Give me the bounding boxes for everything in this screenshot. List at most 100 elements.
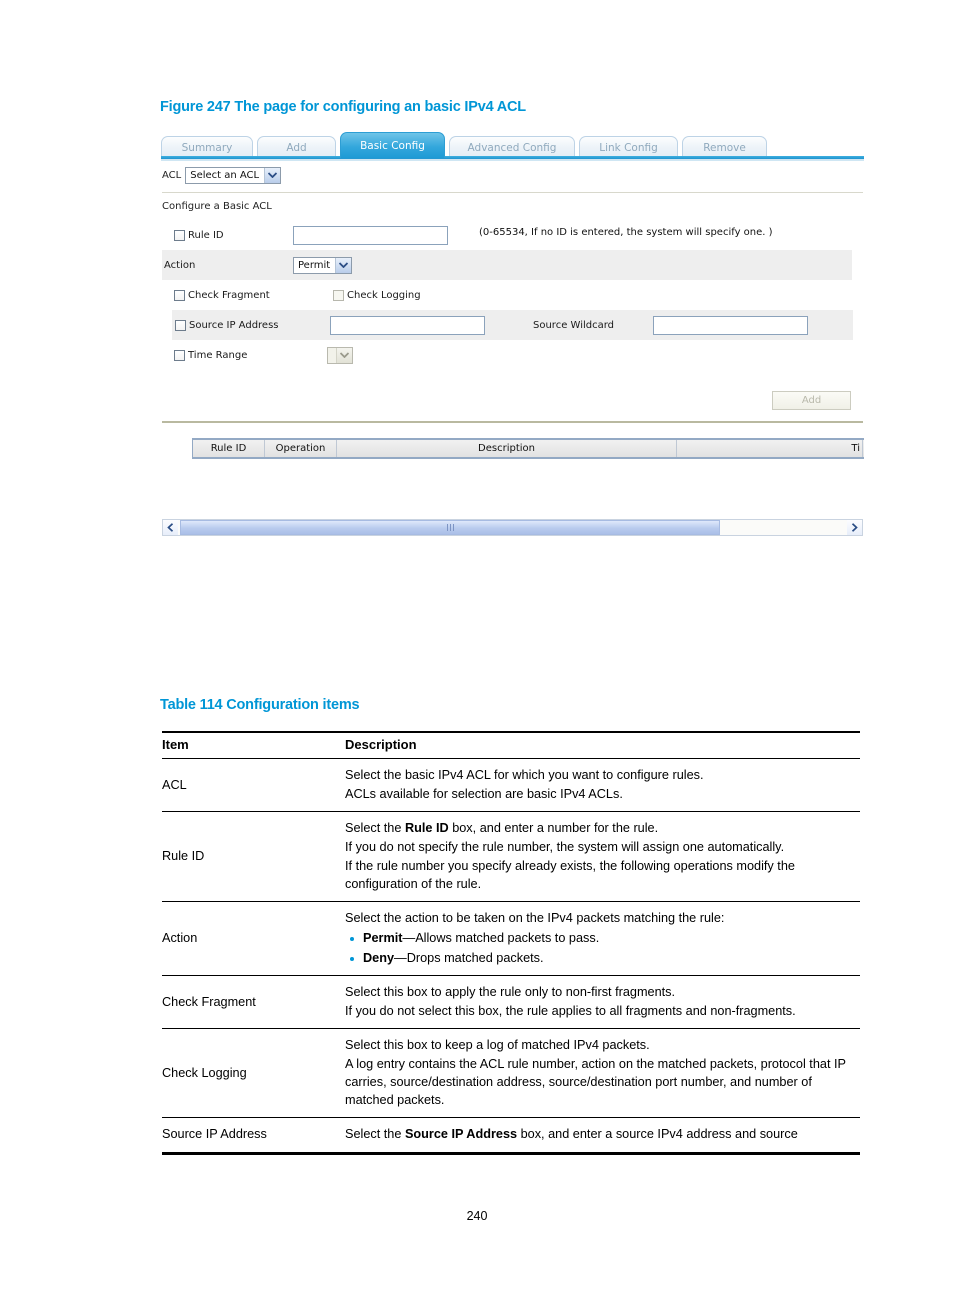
row-desc-check-fragment: Select this box to apply the rule only t… <box>345 975 860 1030</box>
check-fragment-label: Check Fragment <box>188 289 270 301</box>
row-desc-rule-id: Select the Rule ID box, and enter a numb… <box>345 811 860 903</box>
configuration-items-table: Item Description ACL Select the basic IP… <box>162 731 860 1155</box>
rule-table-header: Rule ID Operation Description Ti <box>192 438 864 459</box>
action-select[interactable]: Permit <box>293 256 353 274</box>
page-number: 240 <box>466 1209 488 1223</box>
table-header-description: Description <box>345 731 860 759</box>
tab-remove[interactable]: Remove <box>682 136 767 158</box>
row-source-ip: Source IP Address Source Wildcard <box>162 310 853 340</box>
scrollbar-track[interactable] <box>178 520 847 535</box>
scrollbar-thumb[interactable] <box>180 520 720 535</box>
table-caption: Table 114 Configuration items <box>160 697 360 713</box>
acl-selector-row: ACL Select an ACL <box>161 163 282 187</box>
tab-advanced-config[interactable]: Advanced Config <box>449 136 575 158</box>
tab-summary[interactable]: Summary <box>161 136 253 158</box>
time-range-select[interactable] <box>327 346 353 364</box>
source-ip-input[interactable] <box>330 315 485 335</box>
table-row: Source IP Address Select the Source IP A… <box>162 1117 860 1155</box>
table-row: Check Logging Select this box to keep a … <box>162 1028 860 1119</box>
horizontal-scrollbar[interactable] <box>162 519 863 536</box>
desc-line: If you do not specify the rule number, t… <box>345 840 785 855</box>
tab-advanced-config-label: Advanced Config <box>467 142 557 154</box>
tab-remove-label: Remove <box>703 142 746 154</box>
check-logging-label: Check Logging <box>347 289 421 301</box>
add-button[interactable]: Add <box>772 391 851 410</box>
row-item-check-fragment: Check Fragment <box>162 975 345 1030</box>
chevron-down-icon <box>264 167 281 183</box>
desc-line: Select the Source IP Address box, and en… <box>345 1127 798 1142</box>
action-select-cell: Permit <box>293 250 353 280</box>
form-section-title: Configure a Basic ACL <box>162 201 272 212</box>
time-range-select-cell <box>327 340 353 370</box>
source-wildcard-label-cell: Source Wildcard <box>529 310 649 340</box>
row-item-action: Action <box>162 901 345 977</box>
rule-id-hint: (0-65534, If no ID is entered, the syste… <box>479 227 773 238</box>
check-fragment-cell[interactable]: Check Fragment <box>174 280 270 310</box>
source-wildcard-input[interactable] <box>653 315 808 335</box>
check-logging-checkbox[interactable] <box>333 289 344 301</box>
desc-line: Select the action to be taken on the IPv… <box>345 911 725 926</box>
tab-basic-config-label: Basic Config <box>360 140 425 152</box>
desc-line: Select this box to apply the rule only t… <box>345 985 676 1000</box>
bullet-permit: Permit—Allows matched packets to pass. <box>345 929 860 947</box>
figure-caption: Figure 247 The page for configuring an b… <box>160 99 526 115</box>
tab-bar: Summary Add Basic Config Advanced Config… <box>161 132 864 158</box>
source-wildcard-input-cell <box>649 310 853 340</box>
row-item-source-ip: Source IP Address <box>162 1117 345 1155</box>
source-wildcard-label: Source Wildcard <box>533 319 615 331</box>
row-desc-check-logging: Select this box to keep a log of matched… <box>345 1028 860 1119</box>
rule-table-col-operation: Operation <box>265 440 337 457</box>
source-ip-checkbox[interactable] <box>175 319 186 331</box>
grip-line <box>452 524 454 531</box>
row-checks: Check Fragment Check Logging <box>162 280 852 310</box>
desc-line: Select the Rule ID box, and enter a numb… <box>345 821 659 836</box>
rule-table-col-description: Description <box>337 440 677 457</box>
rule-id-label: Rule ID <box>188 229 224 241</box>
tab-link-config-label: Link Config <box>599 142 658 154</box>
desc-line: ACLs available for selection are basic I… <box>345 787 623 802</box>
tab-link-config[interactable]: Link Config <box>579 136 678 158</box>
rule-table-col-time: Ti <box>677 440 863 457</box>
row-action: Action Permit <box>162 250 852 280</box>
row-desc-action: Select the action to be taken on the IPv… <box>345 901 860 977</box>
scroll-right-icon[interactable] <box>847 520 862 535</box>
acl-select[interactable]: Select an ACL <box>185 166 282 184</box>
rule-id-checkbox[interactable] <box>174 229 185 241</box>
check-logging-cell[interactable]: Check Logging <box>333 280 421 310</box>
chevron-down-icon <box>336 347 352 363</box>
row-desc-source-ip: Select the Source IP Address box, and en… <box>345 1117 860 1155</box>
source-ip-label: Source IP Address <box>189 319 279 331</box>
action-bullet-list: Permit—Allows matched packets to pass. D… <box>345 929 860 967</box>
row-time-range: Time Range <box>162 340 852 370</box>
divider-above-rule-table <box>162 421 863 423</box>
source-ip-input-cell <box>324 310 529 340</box>
acl-select-value: Select an ACL <box>190 169 260 181</box>
desc-line: A log entry contains the ACL rule number… <box>345 1057 846 1108</box>
rule-id-input[interactable] <box>293 225 448 245</box>
time-range-checkbox[interactable] <box>174 349 185 361</box>
scroll-left-icon[interactable] <box>163 520 178 535</box>
table-row: Check Fragment Select this box to apply … <box>162 975 860 1030</box>
screenshot-panel: Summary Add Basic Config Advanced Config… <box>161 130 864 672</box>
chevron-down-icon <box>335 257 352 273</box>
desc-line: If the rule number you specify already e… <box>345 859 795 892</box>
source-ip-check-cell[interactable]: Source IP Address <box>172 310 324 340</box>
action-label-cell: Action <box>162 250 195 280</box>
check-fragment-checkbox[interactable] <box>174 289 185 301</box>
bullet-deny: Deny—Drops matched packets. <box>345 949 860 967</box>
tab-underline-soft <box>161 159 864 161</box>
time-range-check-cell[interactable]: Time Range <box>174 340 247 370</box>
tab-add-label: Add <box>286 142 307 154</box>
tab-add[interactable]: Add <box>257 136 336 158</box>
table-row: Action Select the action to be taken on … <box>162 901 860 977</box>
desc-line: Select this box to keep a log of matched… <box>345 1038 650 1053</box>
grip-line <box>446 524 448 531</box>
acl-label: ACL <box>162 169 182 181</box>
table-header-item: Item <box>162 731 345 759</box>
divider-under-acl <box>162 192 863 193</box>
tab-basic-config[interactable]: Basic Config <box>340 132 445 158</box>
desc-line: If you do not select this box, the rule … <box>345 1004 796 1019</box>
rule-id-check-cell[interactable]: Rule ID <box>174 220 224 250</box>
action-select-value: Permit <box>298 259 331 271</box>
table-row: Rule ID Select the Rule ID box, and ente… <box>162 811 860 903</box>
